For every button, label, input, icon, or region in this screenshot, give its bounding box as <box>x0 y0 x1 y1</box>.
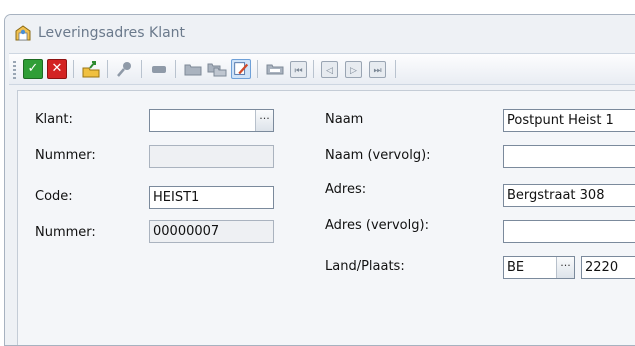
toolbar-grip[interactable] <box>13 61 16 79</box>
edit-document-icon <box>234 62 249 75</box>
naam-value: Postpunt Heist 1 <box>507 113 614 128</box>
folder-open-icon[interactable] <box>265 59 285 79</box>
toolbar-separator <box>107 60 108 78</box>
nummer2-field[interactable]: 00000007 <box>149 220 274 243</box>
code-field[interactable]: HEIST1 <box>149 186 274 209</box>
nummer2-value: 00000007 <box>153 224 220 239</box>
toolbar-separator <box>175 60 176 78</box>
first-record-icon: ⏮ <box>294 66 303 76</box>
cancel-x-icon: ✕ <box>51 61 63 76</box>
postcode-value: 2220 <box>585 260 619 275</box>
naam-field[interactable]: Postpunt Heist 1 <box>503 109 635 132</box>
toolbar-separator <box>313 60 314 78</box>
confirm-button[interactable]: ✓ <box>23 59 43 79</box>
klant-lookup-button[interactable]: ··· <box>255 110 273 131</box>
toolbar: ✓ ✕ ⏮ ◁ ▷ ⏭ <box>9 53 635 85</box>
land-value: BE <box>507 260 525 275</box>
search-pin-icon[interactable] <box>115 59 135 79</box>
address-book-icon <box>15 25 31 41</box>
toolbar-separator <box>141 60 142 78</box>
previous-record-icon: ◁ <box>326 66 333 76</box>
naam-vervolg-label: Naam (vervolg): <box>325 148 431 163</box>
adres-value: Bergstraat 308 <box>507 188 605 203</box>
land-plaats-label: Land/Plaats: <box>325 259 405 274</box>
nummer-label: Nummer: <box>35 148 96 163</box>
next-record-button[interactable]: ▷ <box>345 61 362 78</box>
naam-vervolg-field[interactable] <box>503 145 635 168</box>
toolbar-separator <box>395 60 396 78</box>
toolbar-separator <box>257 60 258 78</box>
form-panel: Klant: ··· Nummer: Code: HEIST1 Nummer: … <box>17 90 635 345</box>
dialog-window: Leveringsadres Klant ✓ ✕ ⏮ ◁ ▷ ⏭ Klant: … <box>4 14 635 346</box>
code-label: Code: <box>35 189 73 204</box>
ellipsis-icon: ··· <box>560 259 571 272</box>
folders-copy-icon[interactable] <box>207 59 227 79</box>
code-value: HEIST1 <box>153 190 200 205</box>
postcode-field[interactable]: 2220 <box>581 256 635 279</box>
title-bar: Leveringsadres Klant <box>5 15 635 53</box>
last-record-button[interactable]: ⏭ <box>369 61 386 78</box>
stop-bar-icon[interactable] <box>149 59 169 79</box>
toolbar-separator <box>73 60 74 78</box>
adres-label: Adres: <box>325 182 367 197</box>
adres-field[interactable]: Bergstraat 308 <box>503 184 635 207</box>
window-title: Leveringsadres Klant <box>38 25 186 41</box>
land-lookup-button[interactable]: ··· <box>556 257 574 278</box>
nummer-field[interactable] <box>149 145 274 168</box>
klant-field[interactable]: ··· <box>149 109 274 132</box>
confirm-check-icon: ✓ <box>27 61 39 76</box>
first-record-button[interactable]: ⏮ <box>290 61 307 78</box>
edit-record-button[interactable] <box>231 59 251 79</box>
adres-vervolg-field[interactable] <box>503 220 635 243</box>
land-field[interactable]: BE ··· <box>503 256 575 279</box>
last-record-icon: ⏭ <box>373 66 382 76</box>
ellipsis-icon: ··· <box>259 112 270 125</box>
export-folder-arrow-icon[interactable] <box>81 59 101 79</box>
folder-icon[interactable] <box>183 59 203 79</box>
nummer2-label: Nummer: <box>35 225 96 240</box>
previous-record-button[interactable]: ◁ <box>321 61 338 78</box>
cancel-button[interactable]: ✕ <box>47 59 67 79</box>
next-record-icon: ▷ <box>350 66 357 76</box>
klant-label: Klant: <box>35 112 73 127</box>
naam-label: Naam <box>325 112 364 127</box>
adres-vervolg-label: Adres (vervolg): <box>325 218 429 233</box>
